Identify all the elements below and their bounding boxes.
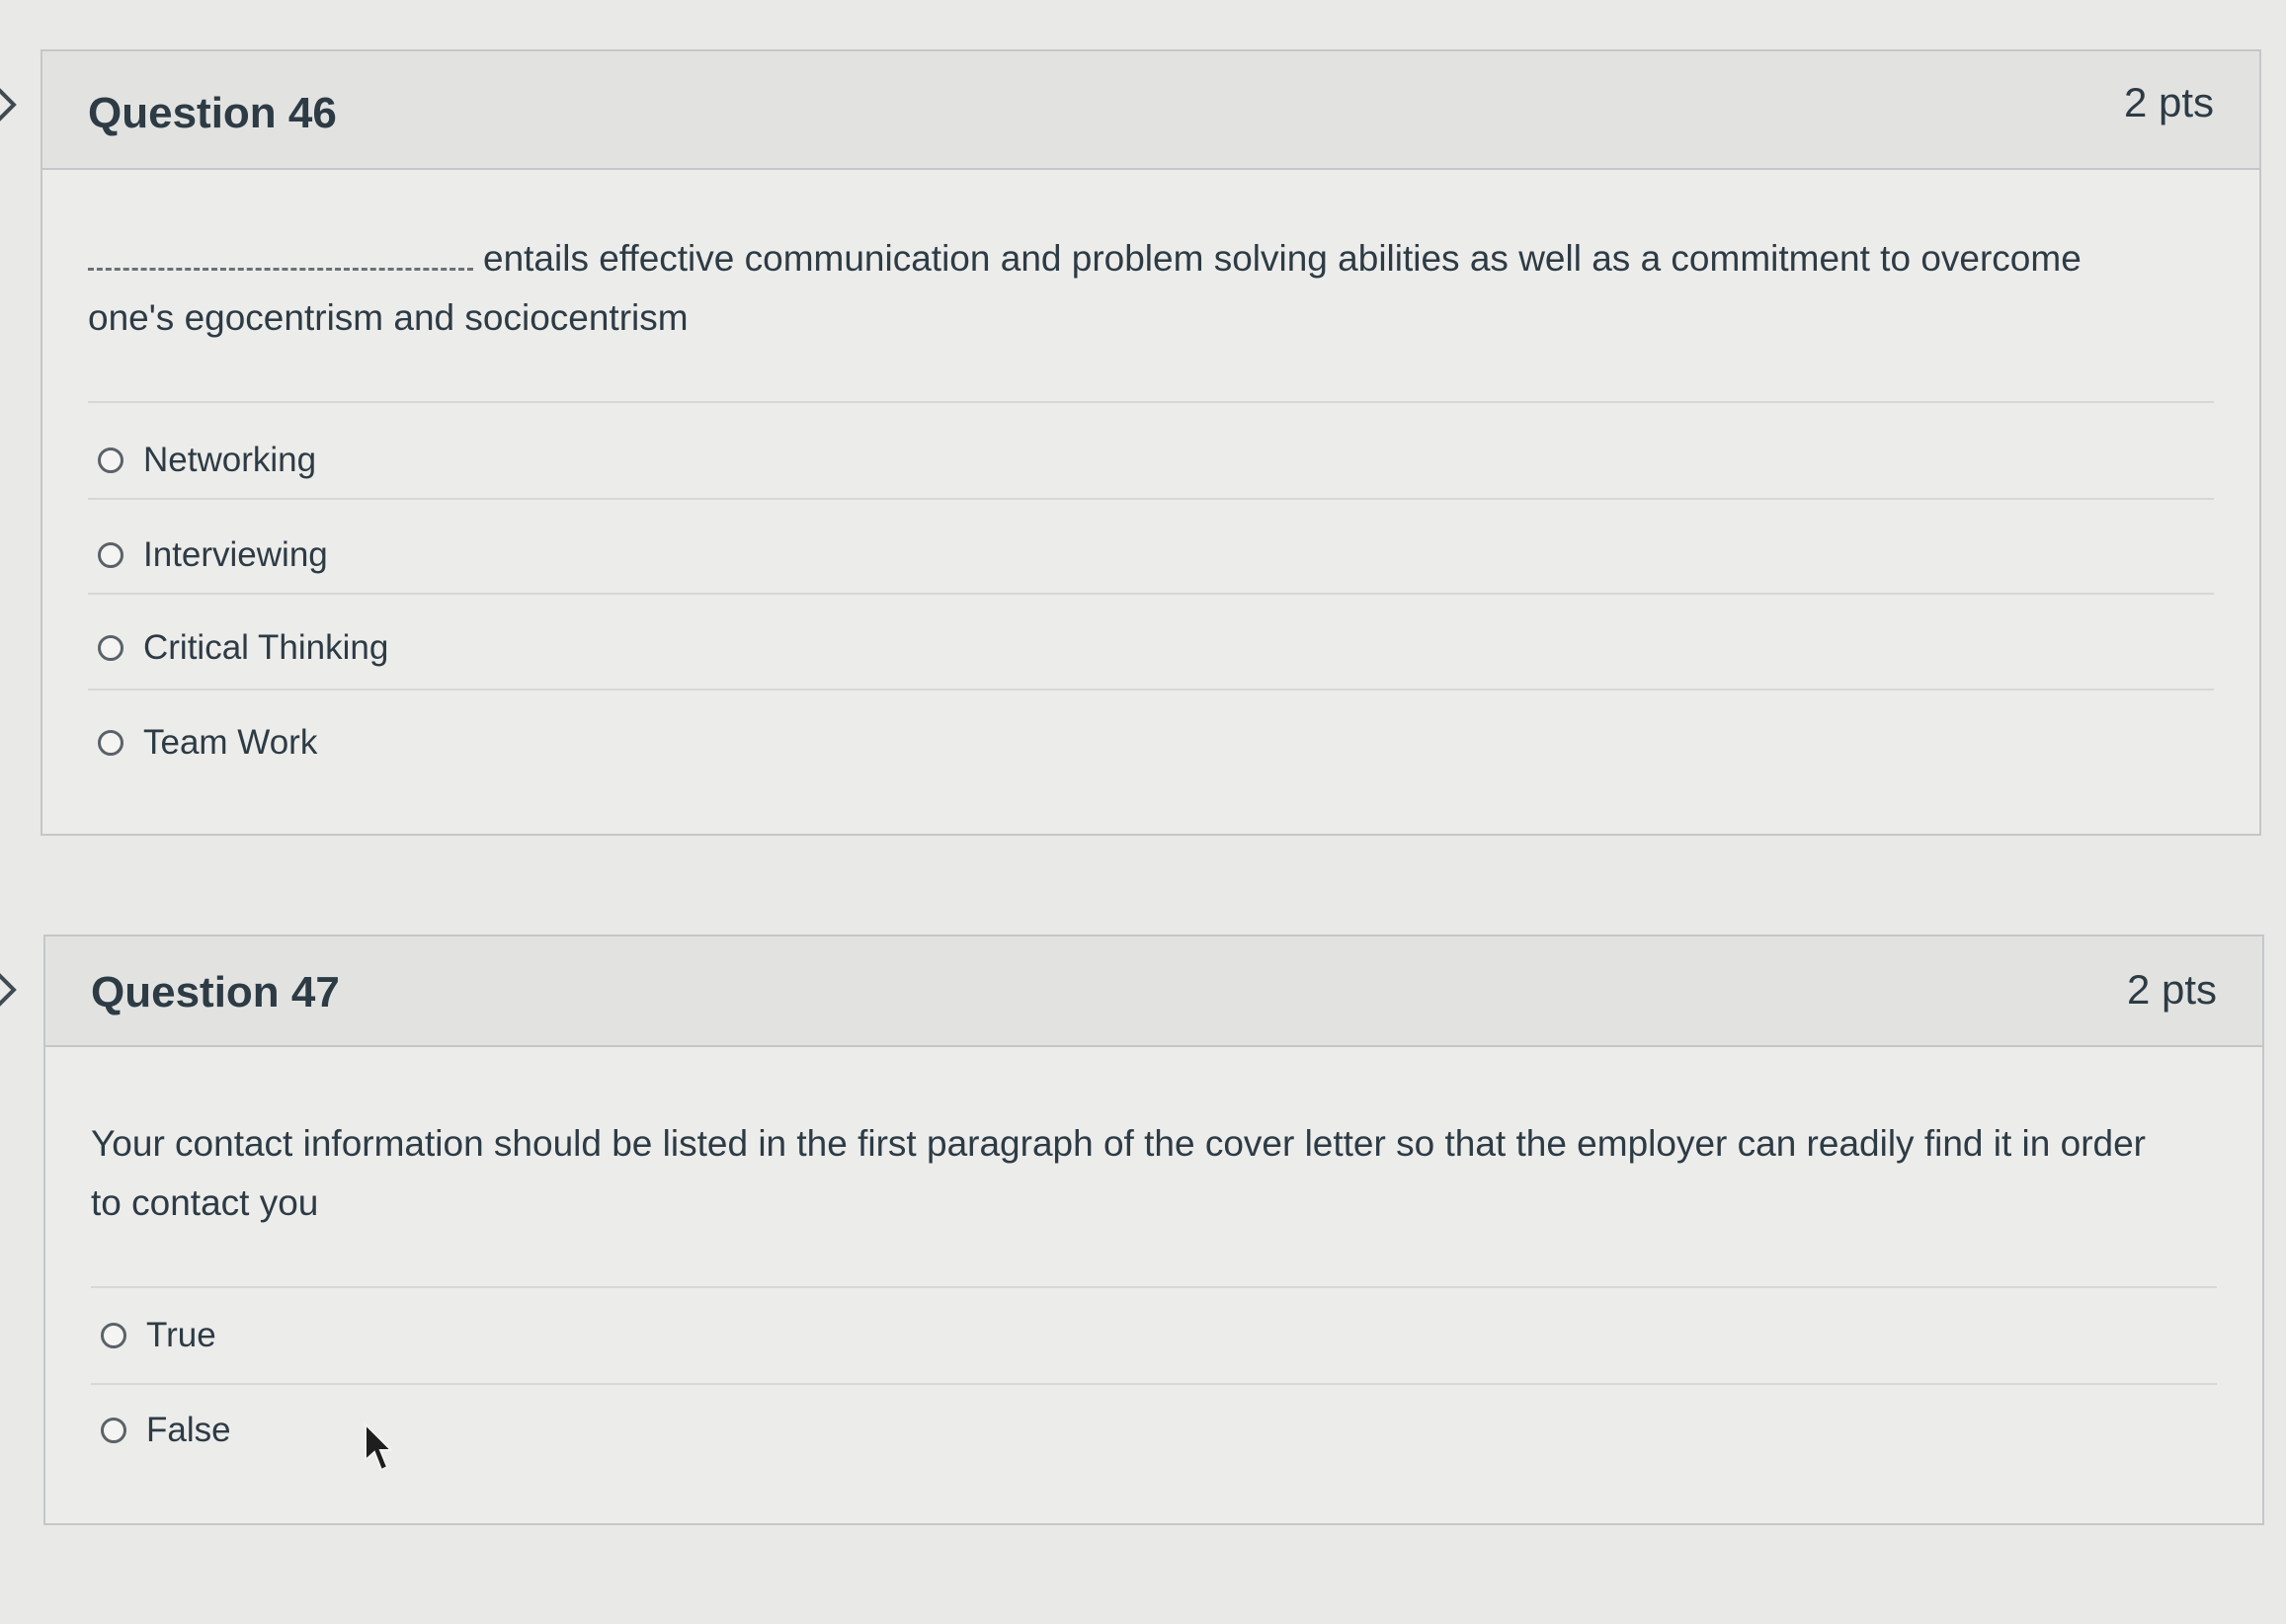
radio-empty-icon[interactable]	[101, 1418, 126, 1443]
question-title: Question 47	[91, 968, 340, 1016]
question-text: entails effective communication and prob…	[88, 229, 2161, 348]
chevron-right-icon[interactable]	[0, 85, 20, 124]
divider	[88, 689, 2214, 690]
answer-option-interviewing[interactable]: Interviewing	[98, 526, 328, 585]
radio-empty-icon[interactable]	[98, 447, 123, 473]
divider	[88, 593, 2214, 595]
answer-label: Team Work	[143, 723, 318, 762]
answer-label: False	[146, 1411, 231, 1449]
chevron-right-icon[interactable]	[0, 970, 20, 1010]
answer-option-team-work[interactable]: Team Work	[98, 713, 317, 772]
fill-in-blank	[88, 242, 473, 271]
answer-option-true[interactable]: True	[101, 1306, 216, 1365]
answer-option-false[interactable]: False	[101, 1401, 231, 1460]
divider	[88, 498, 2214, 500]
question-header: Question 47 2 pts	[45, 936, 2262, 1047]
divider	[88, 401, 2214, 403]
divider	[91, 1383, 2217, 1385]
radio-empty-icon[interactable]	[98, 730, 123, 756]
question-header: Question 46 2 pts	[42, 51, 2259, 170]
radio-empty-icon[interactable]	[98, 542, 123, 568]
answer-label: Networking	[143, 441, 317, 479]
question-points: 2 pts	[2123, 79, 2214, 125]
radio-empty-icon[interactable]	[101, 1323, 126, 1348]
mouse-pointer-icon	[365, 1422, 393, 1472]
answer-option-networking[interactable]: Networking	[98, 431, 316, 490]
question-title: Question 46	[88, 89, 337, 137]
answer-label: True	[146, 1316, 216, 1354]
question-46: Question 46 2 pts entails effective comm…	[41, 49, 2261, 836]
question-points: 2 pts	[2126, 966, 2217, 1013]
divider	[91, 1286, 2217, 1288]
answer-label: Interviewing	[143, 535, 328, 574]
answer-option-critical-thinking[interactable]: Critical Thinking	[98, 618, 388, 678]
answer-label: Critical Thinking	[143, 628, 389, 667]
radio-empty-icon[interactable]	[98, 635, 123, 661]
question-text: Your contact information should be liste…	[91, 1123, 2147, 1223]
